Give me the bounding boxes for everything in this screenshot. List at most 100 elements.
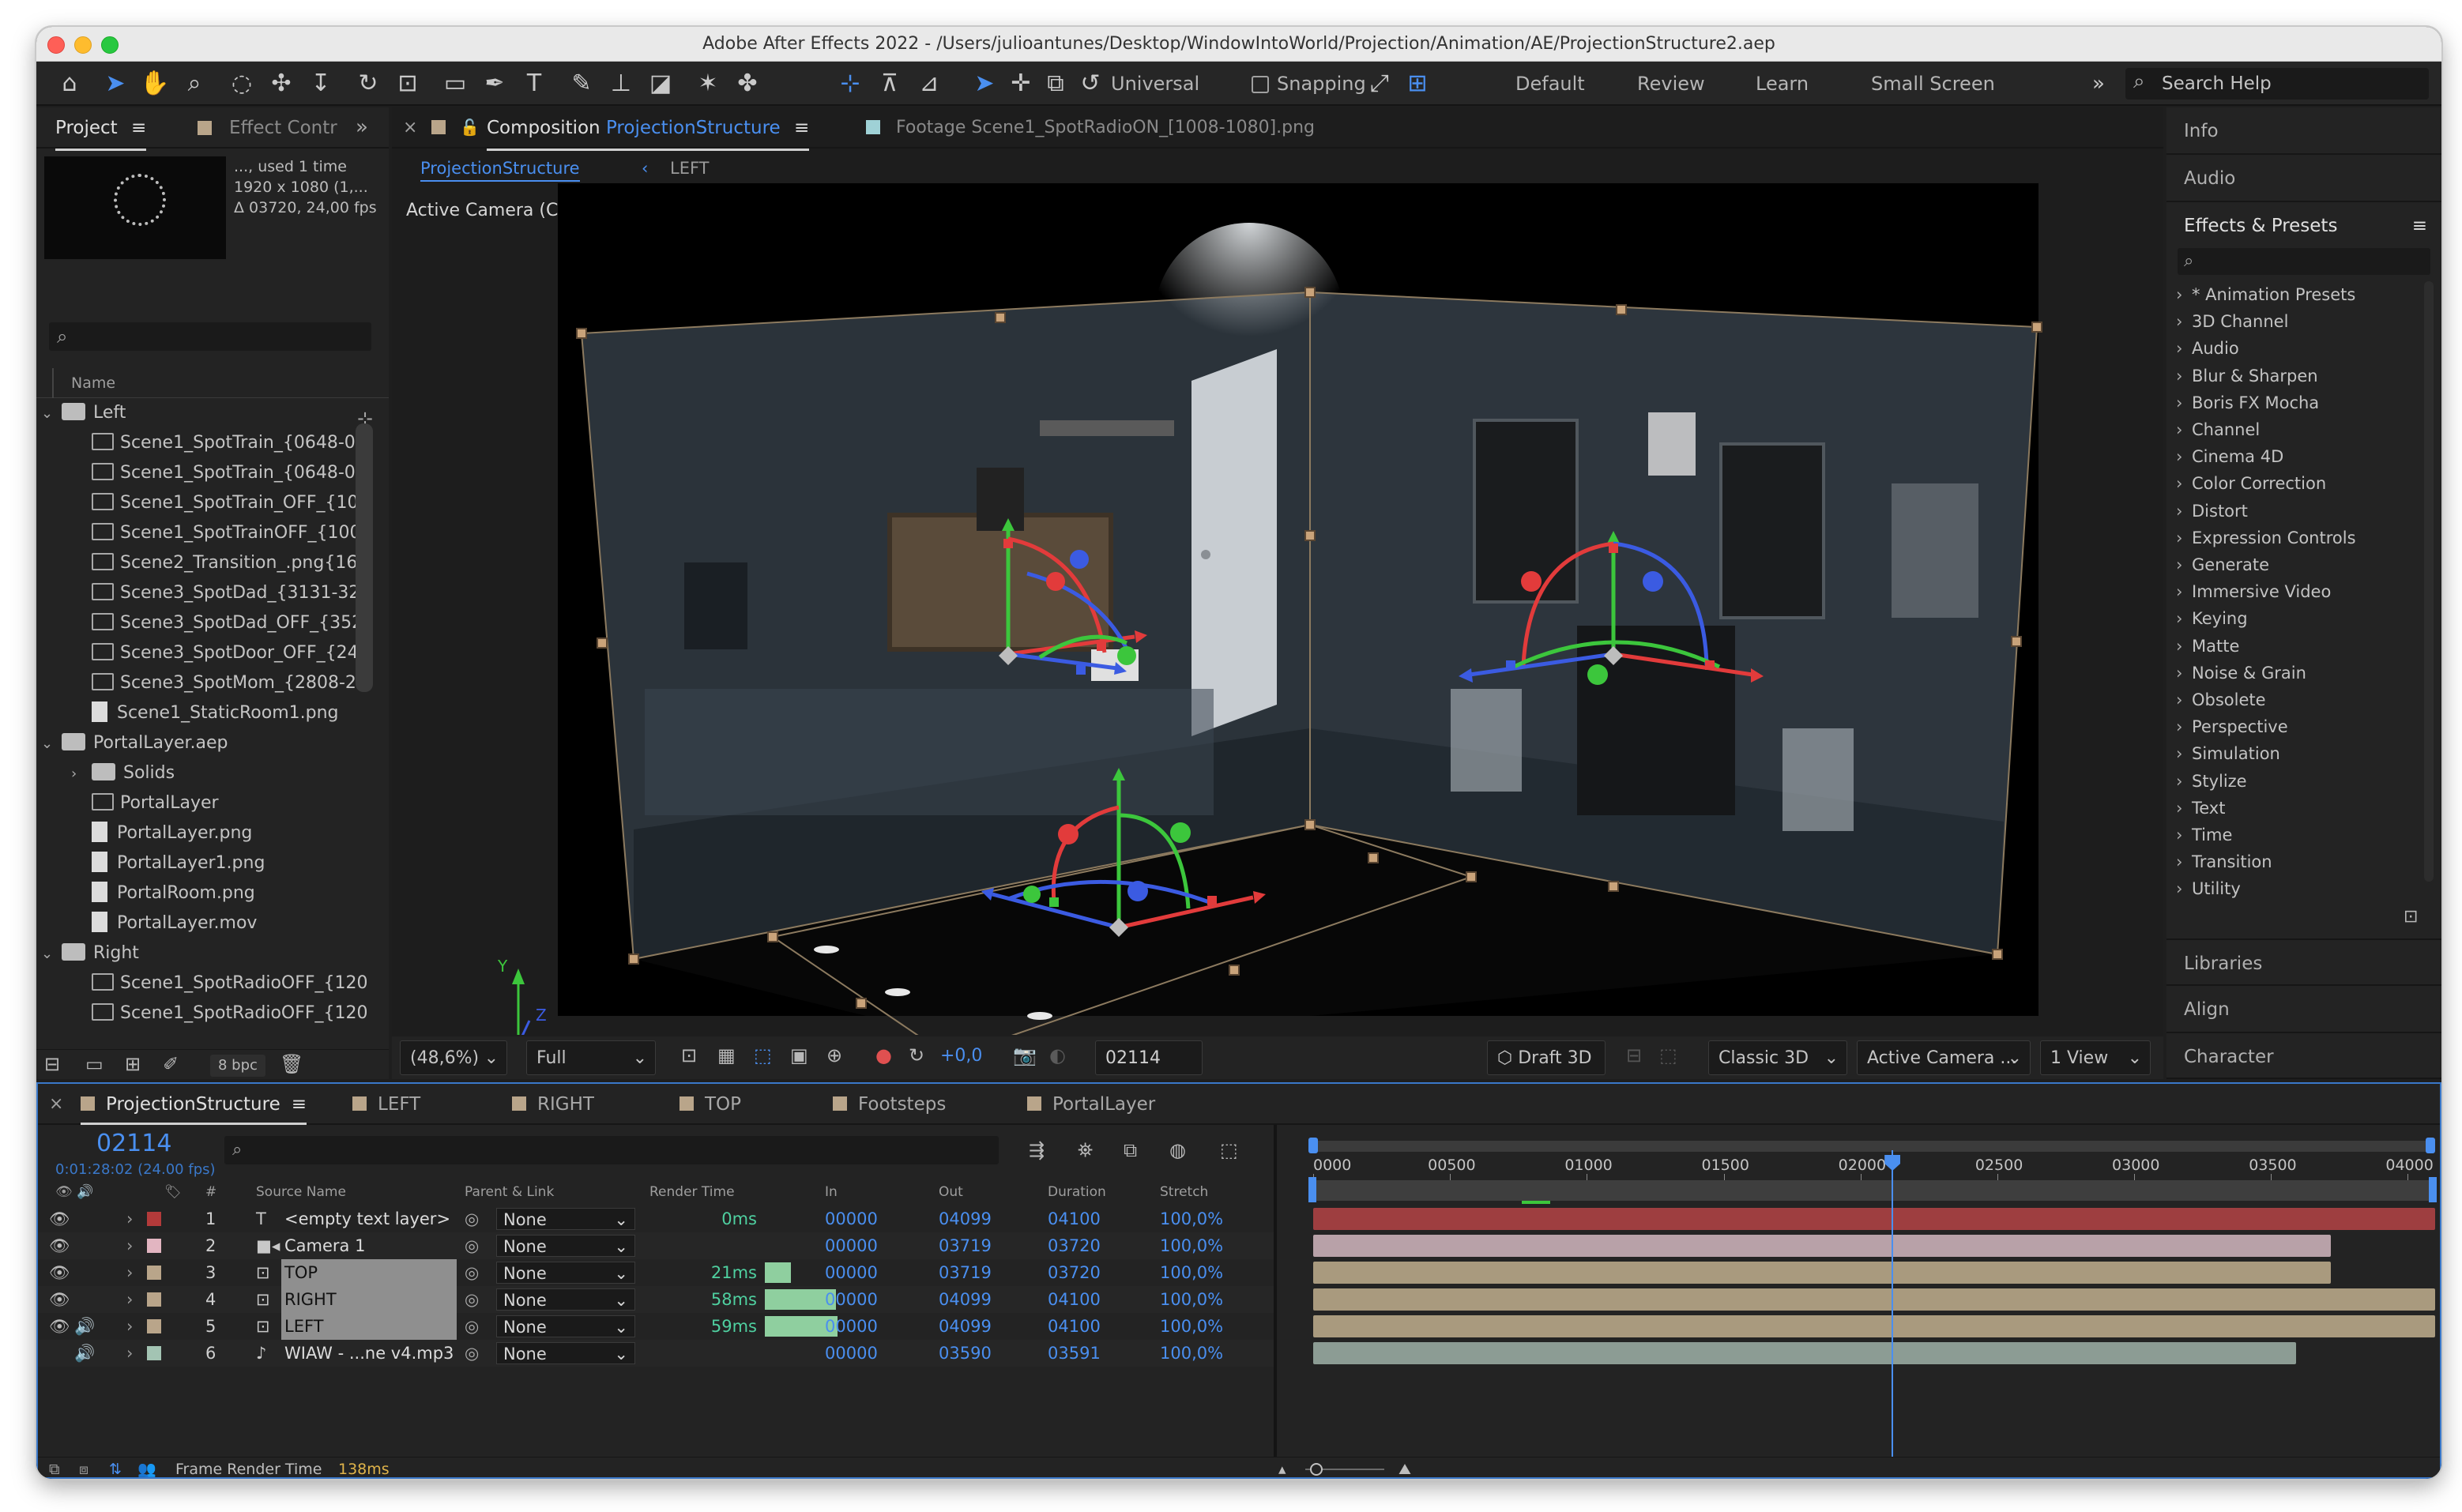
effects-category[interactable]: › Time bbox=[2176, 822, 2232, 848]
layer-name[interactable]: RIGHT bbox=[281, 1286, 457, 1313]
libraries-panel-header[interactable]: Libraries bbox=[2166, 938, 2441, 986]
effects-category[interactable]: › Text bbox=[2176, 795, 2225, 822]
trash-icon[interactable]: 🗑 bbox=[280, 1053, 303, 1075]
out-column[interactable]: Out bbox=[939, 1180, 963, 1204]
effects-category[interactable]: › Simulation bbox=[2176, 740, 2280, 767]
expand-layer-icon[interactable]: › bbox=[126, 1259, 137, 1286]
effects-category[interactable]: › Noise & Grain bbox=[2176, 660, 2306, 686]
layer-out-point[interactable]: 04099 bbox=[939, 1313, 992, 1340]
layer-duration[interactable]: 03720 bbox=[1048, 1259, 1101, 1286]
workspace-small-screen[interactable]: Small Screen bbox=[1871, 62, 1995, 106]
render-time-column[interactable]: Render Time bbox=[649, 1180, 735, 1204]
project-scrollbar[interactable] bbox=[356, 423, 373, 692]
snapshot-icon[interactable]: 📷 bbox=[1013, 1044, 1037, 1066]
character-panel-header[interactable]: Character bbox=[2166, 1033, 2441, 1079]
layer-in-point[interactable]: 00000 bbox=[825, 1205, 878, 1232]
transfer-controls-icon[interactable]: ⧈ bbox=[79, 1457, 88, 1479]
layer-in-point[interactable]: 00000 bbox=[825, 1232, 878, 1259]
snap-options-icon[interactable]: ⤢ bbox=[1364, 68, 1395, 100]
effects-category[interactable]: › Utility bbox=[2176, 875, 2241, 902]
more-workspaces-icon[interactable]: » bbox=[2083, 68, 2114, 100]
layer-duration[interactable]: 04100 bbox=[1048, 1286, 1101, 1313]
layer-row[interactable]: 👁 🔊 › 5 ⊡ LEFT ◎ None ⌄ 59ms 00000 04099 04100 100,0% bbox=[38, 1313, 1274, 1340]
project-item[interactable]: Scene2_Transition_.png{1680 bbox=[36, 548, 368, 578]
parent-select[interactable]: None ⌄ bbox=[496, 1235, 635, 1257]
layer-duration-bar[interactable] bbox=[1313, 1235, 2332, 1257]
expand-layer-icon[interactable]: › bbox=[126, 1205, 137, 1232]
layer-stretch[interactable]: 100,0% bbox=[1160, 1286, 1223, 1313]
navigator-start-handle[interactable] bbox=[1308, 1138, 1318, 1153]
audio-speaker-icon[interactable]: 🔊 bbox=[74, 1313, 95, 1340]
zoom-out-icon[interactable]: ▴ bbox=[1278, 1457, 1286, 1479]
layer-out-point[interactable]: 04099 bbox=[939, 1205, 992, 1232]
zoom-tool-icon[interactable]: ⌕ bbox=[179, 68, 210, 100]
layer-duration[interactable]: 03591 bbox=[1048, 1340, 1101, 1367]
show-snapshot-icon[interactable]: ◐ bbox=[1049, 1044, 1066, 1066]
source-name-column[interactable]: Source Name bbox=[256, 1180, 346, 1204]
layer-name[interactable]: TOP bbox=[281, 1259, 457, 1286]
settings-icon[interactable]: ✐ bbox=[163, 1053, 179, 1075]
project-item[interactable]: Scene1_SpotTrain_{0648-072 bbox=[36, 428, 368, 458]
parent-select[interactable]: None ⌄ bbox=[496, 1315, 635, 1337]
orbit-tool-icon[interactable]: ◌ bbox=[226, 68, 258, 100]
anchor-tool-icon[interactable]: ⊡ bbox=[392, 68, 424, 100]
parent-select[interactable]: None ⌄ bbox=[496, 1342, 635, 1364]
project-item[interactable]: PortalLayer.png bbox=[36, 818, 368, 848]
world-axis-icon[interactable]: ⊼ bbox=[874, 68, 905, 100]
resolution-select[interactable]: Full ⌄ bbox=[526, 1040, 656, 1075]
layer-in-point[interactable]: 00000 bbox=[825, 1286, 878, 1313]
pick-whip-icon[interactable]: ◎ bbox=[465, 1286, 479, 1313]
layer-switches-icon[interactable]: ⧉ bbox=[49, 1457, 60, 1479]
scale-gizmo-icon[interactable]: ⧉ bbox=[1040, 68, 1071, 100]
timeline-timecode[interactable]: 02114 bbox=[96, 1130, 171, 1157]
chevron-down-icon[interactable]: ⌄ bbox=[41, 729, 62, 758]
effects-category[interactable]: › Generate bbox=[2176, 551, 2269, 578]
layer-row[interactable]: 👁 › 3 ⊡ TOP ◎ None ⌄ 21ms 00000 03719 03720 100,0% bbox=[38, 1259, 1274, 1286]
project-item[interactable]: PortalLayer1.png bbox=[36, 848, 368, 878]
effects-category[interactable]: › Channel bbox=[2176, 416, 2260, 443]
effects-category[interactable]: › 3D Channel bbox=[2176, 308, 2288, 335]
draft-3d-toggle[interactable]: ⬡ Draft 3D bbox=[1487, 1040, 1606, 1075]
workspace-default[interactable]: Default bbox=[1515, 62, 1585, 106]
expand-layer-icon[interactable]: › bbox=[126, 1232, 137, 1259]
layer-label-color[interactable] bbox=[147, 1212, 161, 1226]
project-item[interactable]: Scene1_SpotTrain_OFF_{1000 bbox=[36, 488, 368, 518]
close-tab-icon[interactable]: × bbox=[403, 107, 417, 149]
rotate-tool-icon[interactable]: ↻ bbox=[352, 68, 384, 100]
layer-row[interactable]: 👁 › 1 T <empty text layer> ◎ None ⌄ 0ms 00000 0409… bbox=[38, 1205, 1274, 1232]
layer-duration-bar[interactable] bbox=[1313, 1315, 2435, 1337]
time-ruler[interactable]: 0000 00500 01000 01500 02000 02500 03000 03500 0… bbox=[1313, 1157, 2435, 1180]
layer-duration[interactable]: 03720 bbox=[1048, 1232, 1101, 1259]
feather-tool-icon[interactable]: ⊞ bbox=[1402, 68, 1433, 100]
layer-row[interactable]: 👁 › 2 ■◂ Camera 1 ◎ None ⌄ 00000 03719 03720 100,0% bbox=[38, 1232, 1274, 1259]
workspace-review[interactable]: Review bbox=[1637, 62, 1705, 106]
axis-mode-label[interactable]: Universal bbox=[1111, 62, 1199, 106]
rectangle-tool-icon[interactable]: ▭ bbox=[439, 68, 471, 100]
snapping-label[interactable]: Snapping bbox=[1277, 62, 1366, 106]
current-time-display[interactable]: 02114 bbox=[1095, 1040, 1203, 1075]
search-help-field[interactable]: ⌕ Search Help bbox=[2125, 68, 2429, 100]
project-item[interactable]: ⌄ Left bbox=[36, 398, 368, 428]
layer-duration[interactable]: 04100 bbox=[1048, 1313, 1101, 1340]
effects-category[interactable]: › Immersive Video bbox=[2176, 578, 2331, 605]
layer-stretch[interactable]: 100,0% bbox=[1160, 1205, 1223, 1232]
chevron-down-icon[interactable]: ⌄ bbox=[41, 399, 62, 428]
work-area-bar[interactable] bbox=[1313, 1180, 2435, 1201]
channel-icon[interactable]: ● bbox=[875, 1044, 892, 1066]
timeline-tab[interactable]: PortalLayer bbox=[1027, 1084, 1155, 1125]
layer-label-color[interactable] bbox=[147, 1239, 161, 1253]
parent-select[interactable]: None ⌄ bbox=[496, 1262, 635, 1284]
project-item[interactable]: Scene3_SpotDad_{3131-3240 bbox=[36, 578, 368, 608]
dolly-tool-icon[interactable]: ↧ bbox=[305, 68, 337, 100]
layer-name[interactable]: LEFT bbox=[281, 1313, 457, 1340]
project-item[interactable]: Scene3_SpotMom_{2808-288 bbox=[36, 668, 368, 698]
align-panel-header[interactable]: Align bbox=[2166, 986, 2441, 1033]
move-gizmo-icon[interactable]: ✛ bbox=[1005, 68, 1037, 100]
tab-project[interactable]: Project ≡ bbox=[55, 107, 147, 151]
effects-category[interactable]: › Perspective bbox=[2176, 713, 2288, 740]
effects-category[interactable]: › Cinema 4D bbox=[2176, 443, 2283, 470]
parent-select[interactable]: None ⌄ bbox=[496, 1208, 635, 1230]
layer-stretch[interactable]: 100,0% bbox=[1160, 1232, 1223, 1259]
brush-tool-icon[interactable]: ✎ bbox=[566, 68, 597, 100]
puppet-tool-icon[interactable]: ✤ bbox=[732, 68, 763, 100]
